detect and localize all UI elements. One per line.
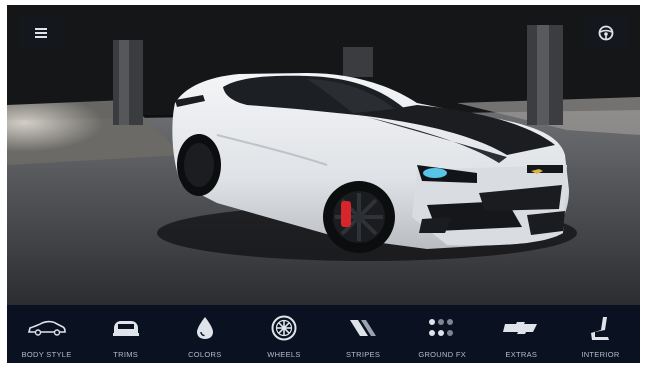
- nav-ground-fx-label: GROUND FX: [418, 350, 467, 359]
- trims-icon: [112, 321, 139, 336]
- nav-colors[interactable]: COLORS: [167, 315, 243, 359]
- nav-wheels[interactable]: WHEELS: [246, 315, 322, 359]
- car-scene[interactable]: [7, 5, 640, 305]
- nav-extras-label: EXTRAS: [505, 350, 538, 359]
- ground-fx-icon: [429, 319, 454, 336]
- hamburger-menu-icon: [35, 27, 47, 38]
- nav-trims[interactable]: TRIMS: [88, 315, 164, 359]
- nav-interior-label: INTERIOR: [581, 350, 620, 359]
- extras-bowtie-icon: [503, 322, 538, 334]
- nav-body-style[interactable]: BODY STYLE: [9, 315, 85, 359]
- nav-trims-label: TRIMS: [113, 350, 139, 359]
- interior-seat-icon: [591, 317, 610, 340]
- nav-extras[interactable]: EXTRAS: [483, 315, 559, 359]
- configurator-nav-bar: BODY STYLE TRIMS COLORS WHEELS STRIPES G…: [7, 305, 640, 363]
- steering-wheel-button[interactable]: [584, 16, 628, 49]
- nav-interior[interactable]: INTERIOR: [562, 315, 638, 359]
- wheels-icon: [271, 315, 297, 341]
- nav-colors-label: COLORS: [188, 350, 222, 359]
- body-style-icon: [27, 320, 66, 336]
- steering-wheel-icon: [598, 25, 614, 40]
- colors-drop-icon: [196, 317, 213, 339]
- menu-button[interactable]: [19, 16, 63, 49]
- nav-body-style-label: BODY STYLE: [21, 350, 72, 359]
- nav-wheels-label: WHEELS: [267, 350, 301, 359]
- nav-ground-fx[interactable]: GROUND FX: [404, 315, 480, 359]
- nav-stripes[interactable]: STRIPES: [325, 315, 401, 359]
- configurator-view: BODY STYLE TRIMS COLORS WHEELS STRIPES G…: [7, 5, 640, 363]
- nav-stripes-label: STRIPES: [345, 350, 381, 359]
- stripes-icon: [350, 320, 377, 336]
